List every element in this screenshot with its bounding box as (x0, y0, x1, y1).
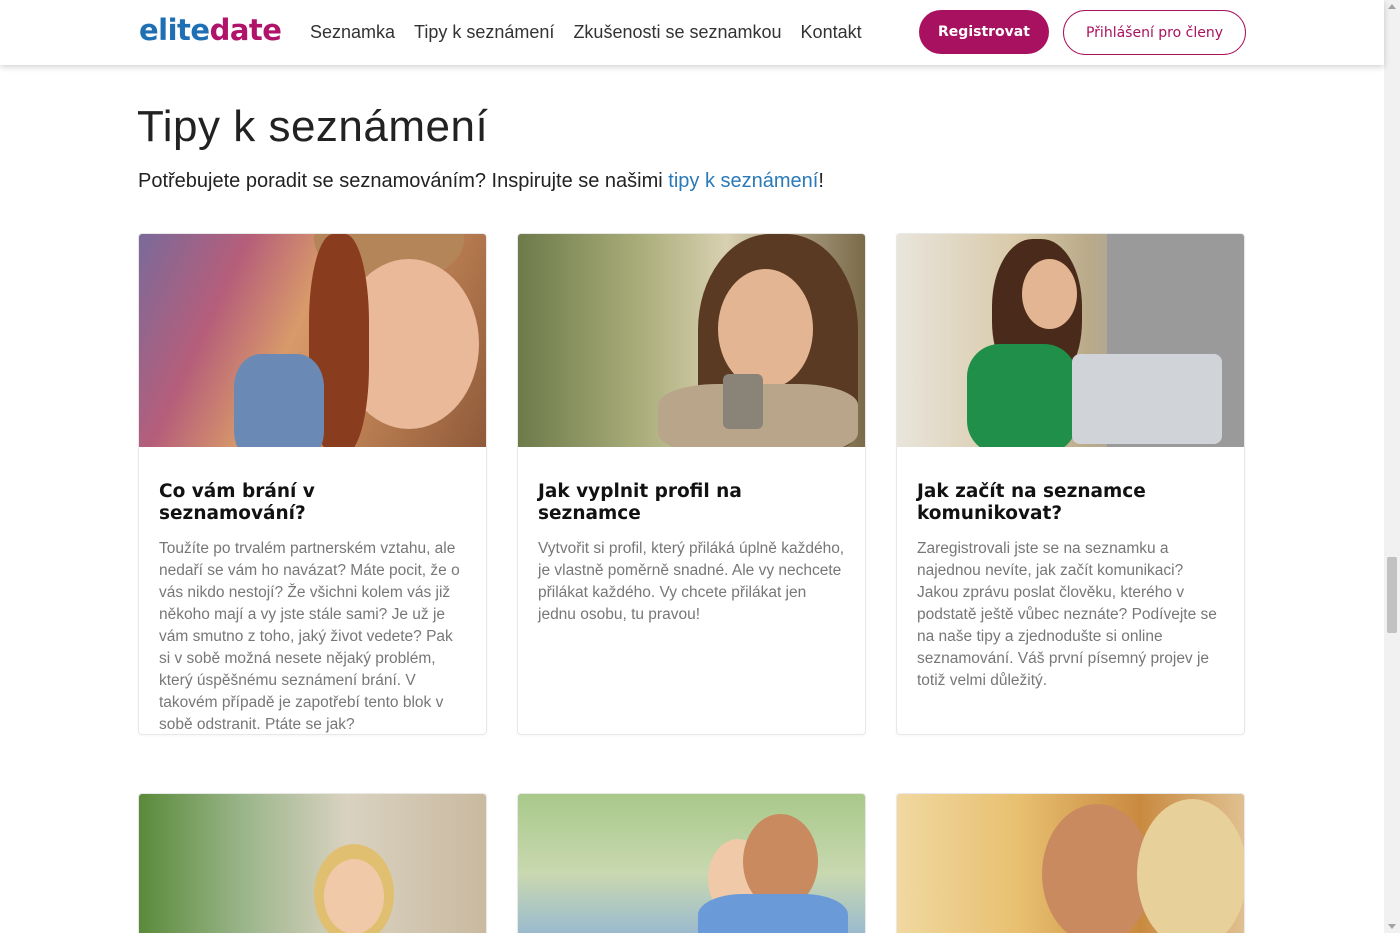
site-header: elitedate Seznamka Tipy k seznámení Zkuš… (0, 0, 1384, 65)
nav-seznamka[interactable]: Seznamka (310, 20, 395, 44)
card-title-2[interactable]: Jak vyplnit profil na seznamce (538, 481, 845, 525)
card-body-3: Jak začít na seznamce komunikovat? Zareg… (897, 447, 1244, 712)
card-image-1[interactable] (139, 234, 486, 447)
card-image-2[interactable] (518, 234, 865, 447)
register-button[interactable]: Registrovat (919, 10, 1049, 54)
intro-text: Potřebujete poradit se seznamováním? Ins… (138, 168, 824, 194)
main-nav: Seznamka Tipy k seznámení Zkušenosti se … (310, 20, 881, 44)
article-card-2[interactable]: Jak vyplnit profil na seznamce Vytvořit … (517, 233, 866, 735)
card-body-2: Jak vyplnit profil na seznamce Vytvořit … (518, 447, 865, 646)
article-card-5[interactable] (517, 793, 866, 933)
nav-kontakt[interactable]: Kontakt (801, 20, 862, 44)
login-button[interactable]: Přihlášení pro členy (1063, 10, 1246, 55)
card-image-6[interactable] (897, 794, 1244, 933)
card-title-3[interactable]: Jak začít na seznamce komunikovat? (917, 481, 1224, 525)
site-logo[interactable]: elitedate (139, 12, 282, 48)
scroll-down-icon[interactable] (1388, 924, 1396, 929)
logo-elite: elite (139, 13, 210, 47)
intro-link[interactable]: tipy k seznámení (668, 170, 818, 192)
scrollbar-thumb[interactable] (1387, 557, 1397, 633)
logo-date: date (209, 13, 282, 47)
card-image-4[interactable] (139, 794, 486, 933)
article-card-1[interactable]: Co vám brání v seznamování? Toužíte po t… (138, 233, 487, 735)
article-card-4[interactable] (138, 793, 487, 933)
nav-tipy[interactable]: Tipy k seznámení (414, 20, 554, 44)
scrollbar[interactable] (1384, 0, 1400, 933)
intro-after: ! (818, 170, 824, 192)
scroll-up-icon[interactable] (1388, 4, 1396, 9)
page-title: Tipy k seznámení (137, 102, 489, 151)
article-card-3[interactable]: Jak začít na seznamce komunikovat? Zareg… (896, 233, 1245, 735)
card-text-3: Zaregistrovali jste se na seznamku a naj… (917, 540, 1217, 689)
card-image-3[interactable] (897, 234, 1244, 447)
article-card-6[interactable] (896, 793, 1245, 933)
nav-zkusenosti[interactable]: Zkušenosti se seznamkou (573, 20, 781, 44)
card-title-1[interactable]: Co vám brání v seznamování? (159, 481, 466, 525)
intro-before: Potřebujete poradit se seznamováním? Ins… (138, 170, 669, 192)
card-text-1: Toužíte po trvalém partnerském vztahu, a… (159, 540, 460, 733)
card-body-1: Co vám brání v seznamování? Toužíte po t… (139, 447, 486, 734)
card-image-5[interactable] (518, 794, 865, 933)
card-text-2: Vytvořit si profil, který přiláká úplně … (538, 540, 845, 623)
